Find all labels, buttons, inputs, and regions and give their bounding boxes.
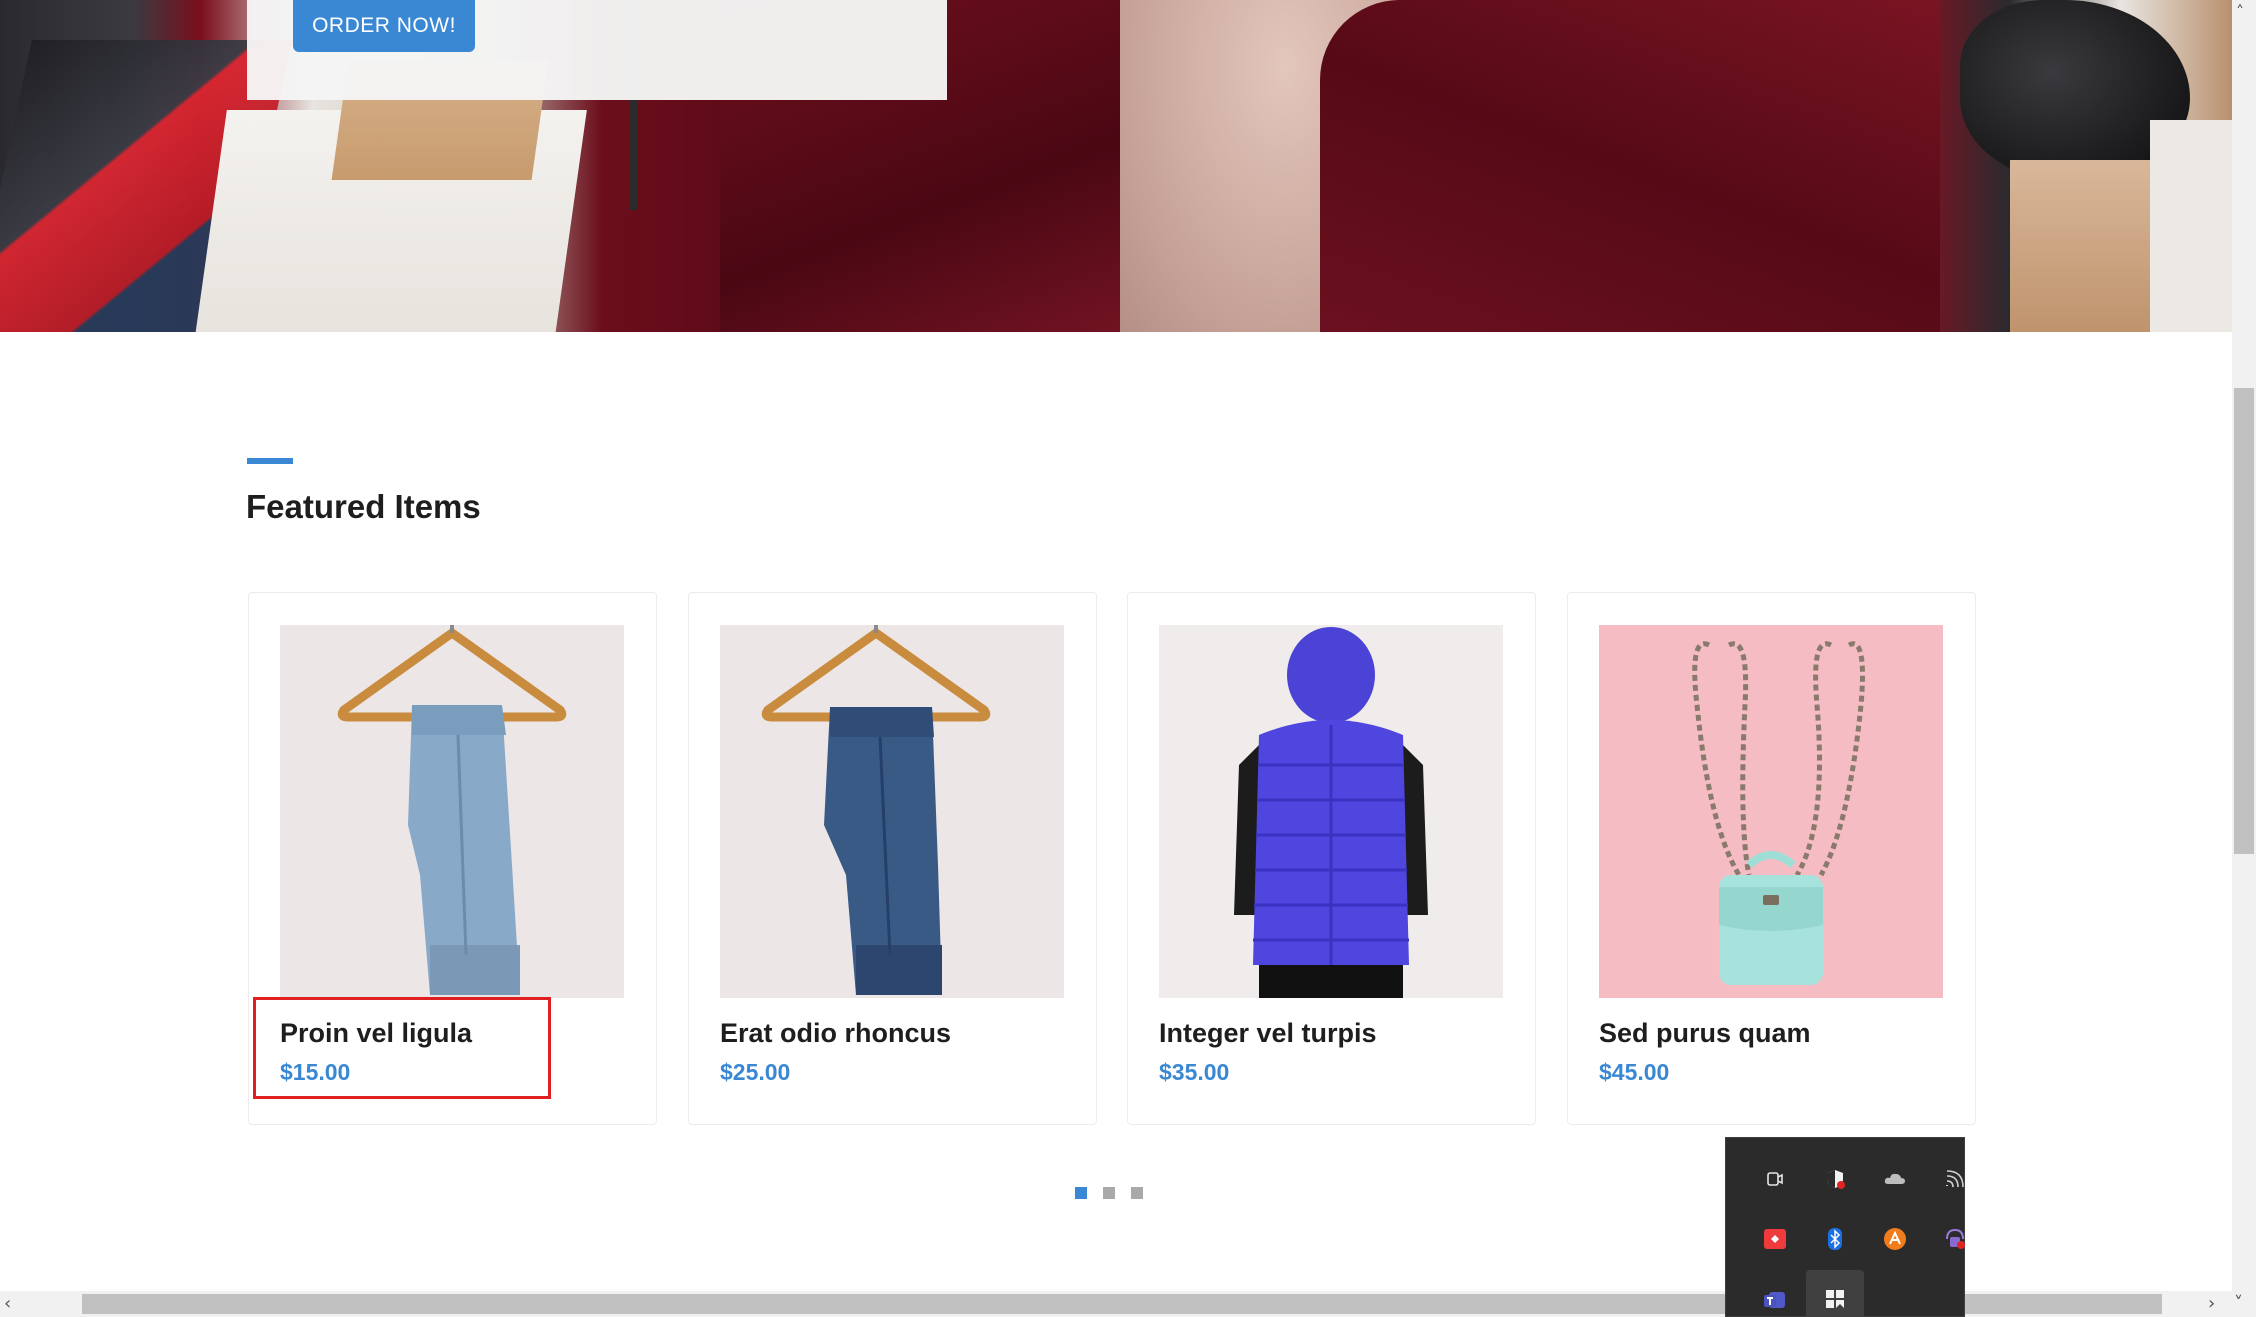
- product-image[interactable]: [720, 625, 1064, 998]
- product-card[interactable]: Erat odio rhoncus $25.00: [688, 592, 1097, 1125]
- product-price: $35.00: [1159, 1059, 1230, 1085]
- carousel-dot-2[interactable]: [1103, 1187, 1115, 1199]
- teams-icon[interactable]: [1756, 1280, 1794, 1317]
- meet-now-icon[interactable]: [1756, 1160, 1794, 1198]
- security-shield-icon[interactable]: [1816, 1160, 1854, 1198]
- carousel-dot-3[interactable]: [1131, 1187, 1143, 1199]
- system-tray-overflow: [1725, 1137, 1965, 1317]
- order-now-button[interactable]: ORDER NOW!: [293, 0, 475, 52]
- product-card[interactable]: Integer vel turpis $35.00: [1127, 592, 1536, 1125]
- scroll-down-arrow-icon[interactable]: ˅: [2234, 1293, 2243, 1314]
- network-icon[interactable]: [1936, 1160, 1974, 1198]
- product-name[interactable]: Sed purus quam: [1599, 1018, 1811, 1049]
- vpn-lock-icon[interactable]: [1936, 1220, 1974, 1258]
- anydesk-icon[interactable]: [1756, 1220, 1794, 1258]
- scroll-right-arrow-icon[interactable]: ›: [2208, 1293, 2215, 1314]
- avast-icon[interactable]: [1876, 1220, 1914, 1258]
- blue-puffer-vest-icon: [1159, 625, 1503, 998]
- product-name[interactable]: Erat odio rhoncus: [720, 1018, 951, 1049]
- scroll-up-arrow-icon[interactable]: ˄: [2236, 2, 2244, 21]
- section-accent-bar: [247, 458, 293, 464]
- selection-highlight-box: [253, 997, 551, 1099]
- product-name[interactable]: Integer vel turpis: [1159, 1018, 1377, 1049]
- product-card[interactable]: Sed purus quam $45.00: [1567, 592, 1976, 1125]
- section-title: Featured Items: [246, 488, 481, 525]
- product-image[interactable]: [1599, 625, 1943, 998]
- vertical-scroll-thumb[interactable]: [2234, 388, 2254, 854]
- carousel-dot-1[interactable]: [1075, 1187, 1087, 1199]
- product-image[interactable]: [280, 625, 624, 998]
- product-price: $45.00: [1599, 1059, 1670, 1085]
- carousel-pagination: [1075, 1187, 1143, 1199]
- product-image[interactable]: [1159, 625, 1503, 998]
- scroll-left-arrow-icon[interactable]: ‹: [4, 1293, 11, 1314]
- hero-shopping-bag-right-white: [2150, 120, 2232, 332]
- dark-jeans-on-hanger-icon: [720, 625, 1064, 998]
- app-grid-icon[interactable]: [1806, 1270, 1864, 1317]
- light-jeans-on-hanger-icon: [280, 625, 624, 998]
- vertical-scrollbar[interactable]: ˄: [2232, 0, 2256, 1291]
- hero-coat-right: [1320, 0, 1940, 332]
- onedrive-icon[interactable]: [1876, 1160, 1914, 1198]
- mint-chain-handbag-icon: [1599, 625, 1943, 998]
- product-price: $25.00: [720, 1059, 791, 1085]
- bluetooth-icon[interactable]: [1816, 1220, 1854, 1258]
- browser-page: ORDER NOW! Featured Items Proin vel ligu…: [0, 0, 2256, 1317]
